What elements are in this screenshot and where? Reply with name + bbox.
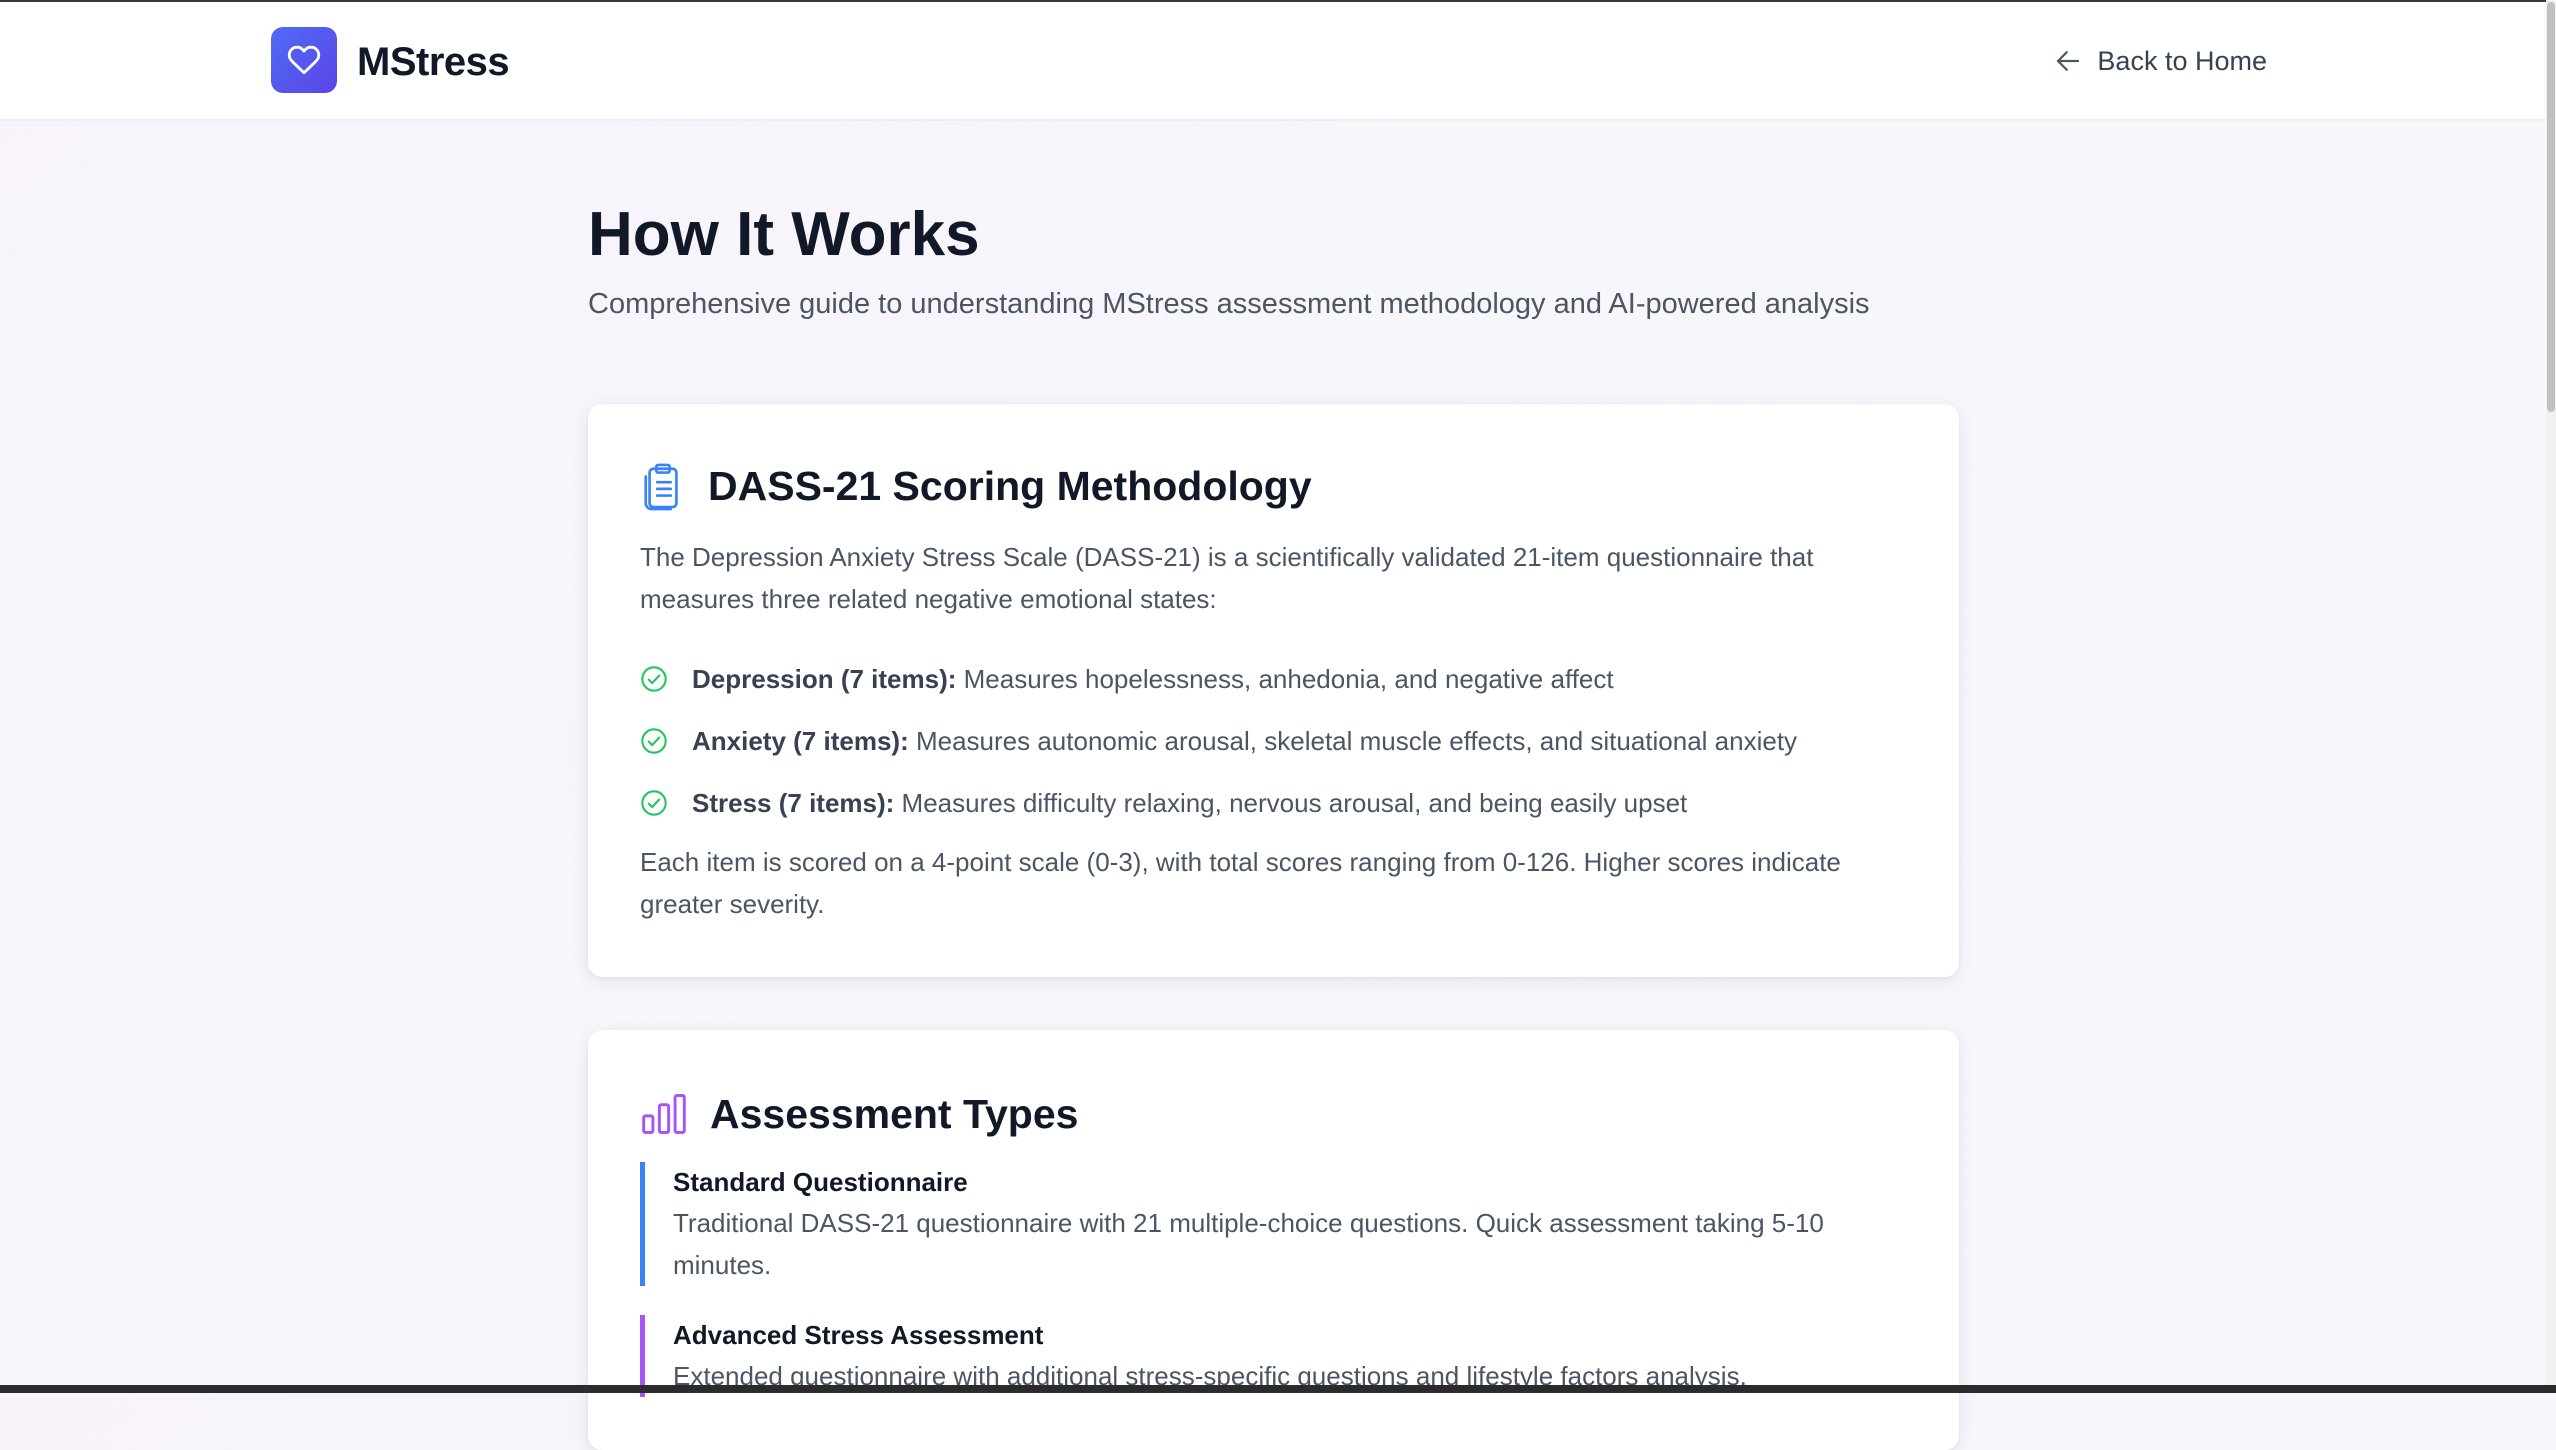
types-card-header: Assessment Types xyxy=(640,1084,1078,1144)
assessment-type-title: Standard Questionnaire xyxy=(673,1167,968,1197)
check-circle-icon xyxy=(641,666,667,692)
list-item: Stress (7 items): Measures difficulty re… xyxy=(640,772,1797,834)
assessment-type-standard: Standard Questionnaire Traditional DASS-… xyxy=(640,1162,1873,1286)
scrollbar-thumb[interactable] xyxy=(2547,2,2555,412)
heart-icon xyxy=(287,45,321,75)
subscale-label: Depression (7 items): xyxy=(692,663,957,694)
dass-subscale-list: Depression (7 items): Measures hopelessn… xyxy=(640,648,1797,834)
brand-name[interactable]: MStress xyxy=(357,32,510,92)
dass-outro: Each item is scored on a 4-point scale (… xyxy=(640,847,1841,919)
subscale-text: Depression (7 items): Measures hopelessn… xyxy=(692,664,1614,695)
clipboard-icon xyxy=(644,463,678,511)
subscale-description: Measures difficulty relaxing, nervous ar… xyxy=(894,787,1688,818)
subscale-label: Anxiety (7 items): xyxy=(692,725,909,756)
page-subtitle: Comprehensive guide to understanding MSt… xyxy=(588,288,1870,320)
dass-card-header: DASS-21 Scoring Methodology xyxy=(640,456,1312,516)
dass-intro: The Depression Anxiety Stress Scale (DAS… xyxy=(640,542,1814,614)
list-item: Anxiety (7 items): Measures autonomic ar… xyxy=(640,710,1797,772)
back-to-home-link[interactable]: Back to Home xyxy=(2053,40,2267,82)
list-item: Depression (7 items): Measures hopelessn… xyxy=(640,648,1797,710)
page-title: How It Works xyxy=(588,200,980,269)
dass-card-title: DASS-21 Scoring Methodology xyxy=(708,463,1312,509)
subscale-text: Anxiety (7 items): Measures autonomic ar… xyxy=(692,726,1797,757)
subscale-description: Measures hopelessness, anhedonia, and ne… xyxy=(956,663,1614,694)
check-circle-icon xyxy=(641,728,667,754)
window-bottom-edge xyxy=(0,1385,2556,1393)
subscale-text: Stress (7 items): Measures difficulty re… xyxy=(692,788,1687,819)
types-card-title: Assessment Types xyxy=(710,1091,1079,1137)
subscale-label: Stress (7 items): xyxy=(692,787,895,818)
check-circle-icon xyxy=(641,790,667,816)
dass-methodology-card: DASS-21 Scoring Methodology The Depressi… xyxy=(588,404,1959,977)
site-header: MStress Back to Home xyxy=(0,2,2546,121)
assessment-type-title: Advanced Stress Assessment xyxy=(673,1320,1044,1350)
logo-badge[interactable] xyxy=(271,27,337,93)
subscale-description: Measures autonomic arousal, skeletal mus… xyxy=(908,725,1798,756)
assessment-type-description: Traditional DASS-21 questionnaire with 2… xyxy=(673,1208,1824,1280)
page-scrollbar[interactable] xyxy=(2546,0,2556,1393)
arrow-left-icon xyxy=(2057,51,2080,71)
bar-chart-icon xyxy=(642,1094,686,1134)
back-to-home-label: Back to Home xyxy=(2097,46,2267,76)
